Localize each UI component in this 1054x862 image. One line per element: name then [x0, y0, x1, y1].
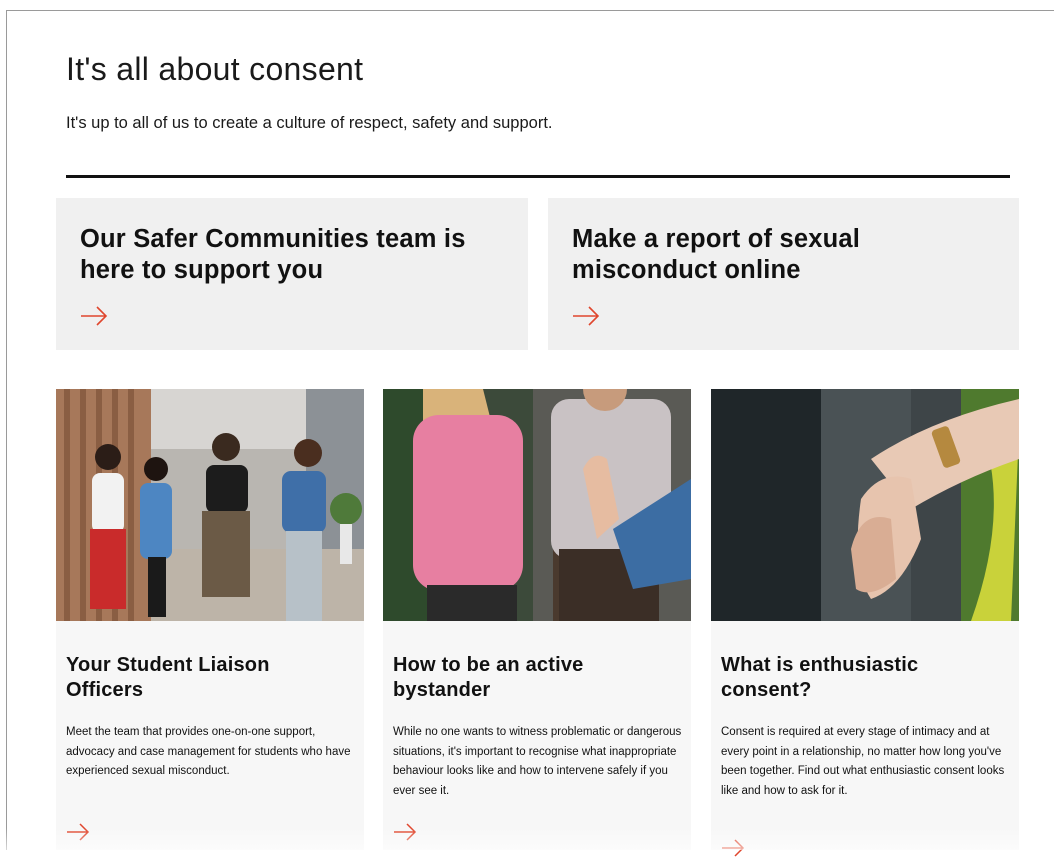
card-active-bystander[interactable]: How to be an active bystander While no o…: [383, 389, 691, 850]
section-title: It's all about consent: [66, 51, 364, 87]
card-description: While no one wants to witness problemati…: [393, 726, 682, 797]
card-student-liaison-officers[interactable]: Your Student Liaison Officers Meet the t…: [56, 389, 364, 850]
arrow-right-icon: [572, 306, 600, 331]
card-title: How to be an active bystander: [393, 654, 584, 701]
arrow-right-icon: [393, 823, 417, 846]
promo-safer-communities[interactable]: Our Safer Communities team is here to su…: [56, 198, 528, 350]
group-of-staff-photo: [56, 389, 364, 621]
arrow-right-icon: [66, 823, 90, 846]
raised-hand-photo: [383, 389, 691, 621]
card-description: Consent is required at every stage of in…: [721, 726, 1005, 797]
promo-report-misconduct[interactable]: Make a report of sexual misconduct onlin…: [548, 198, 1019, 350]
promo-title: Our Safer Communities team is here to su…: [80, 225, 466, 284]
section-subtitle: It's up to all of us to create a culture…: [66, 114, 553, 132]
section-divider: [66, 175, 1010, 178]
promo-title: Make a report of sexual misconduct onlin…: [572, 225, 861, 284]
card-description: Meet the team that provides one-on-one s…: [66, 726, 351, 777]
arrow-right-icon: [80, 306, 108, 331]
card-title: What is enthusiastic consent?: [721, 654, 919, 701]
holding-hands-photo: [711, 389, 1019, 621]
card-enthusiastic-consent[interactable]: What is enthusiastic consent? Consent is…: [711, 389, 1019, 857]
consent-section: It's all about consent It's up to all of…: [7, 11, 1054, 857]
arrow-right-icon: [721, 839, 745, 862]
card-title: Your Student Liaison Officers: [66, 654, 270, 701]
